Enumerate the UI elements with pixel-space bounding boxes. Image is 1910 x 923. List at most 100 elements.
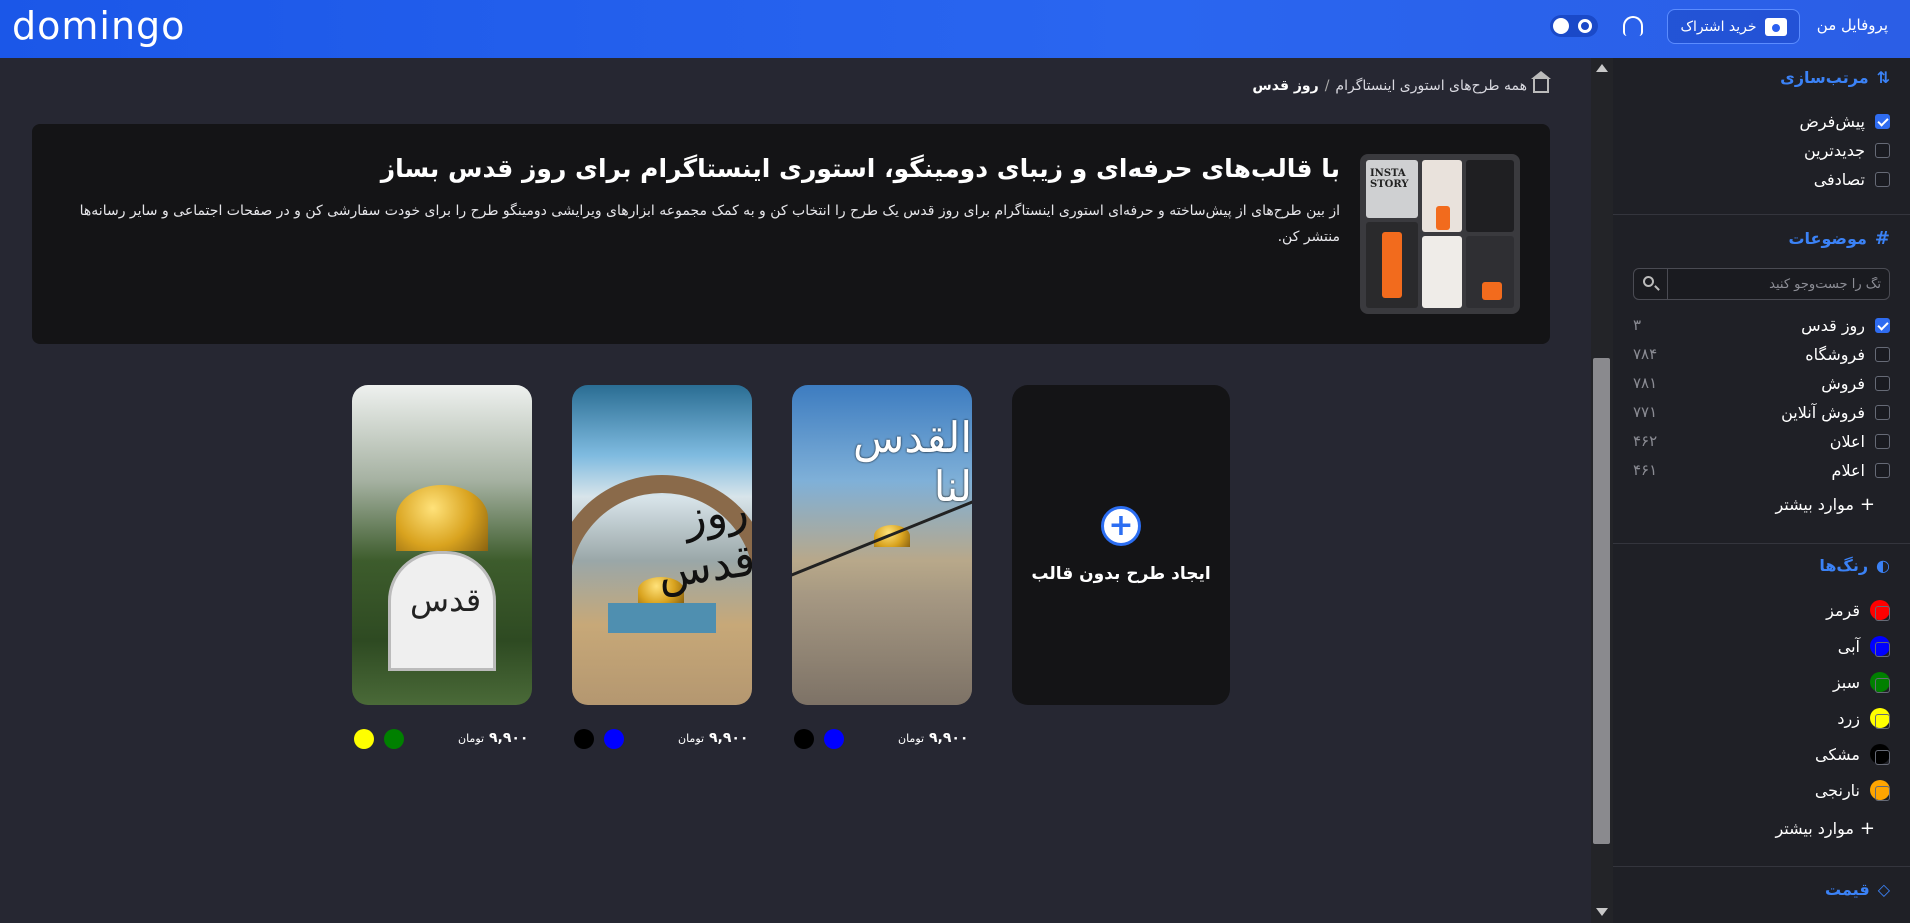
dome-image	[396, 485, 488, 551]
sort-checkbox[interactable]	[1875, 143, 1890, 158]
template-card[interactable]: روز قدس	[572, 385, 752, 705]
filter-sidebar: ⇅ مرتب‌سازی پیش‌فرض جدیدترین تصادفی # مو…	[1613, 58, 1910, 923]
color-swatch[interactable]	[604, 729, 624, 749]
color-swatch[interactable]	[574, 729, 594, 749]
template-calligraphy: قدس	[410, 581, 482, 619]
plus-icon: +	[1101, 506, 1141, 546]
topic-label: فروش	[1821, 374, 1865, 393]
tag-search-field[interactable]	[1633, 268, 1890, 300]
scroll-up-arrow[interactable]	[1596, 64, 1608, 72]
template-card[interactable]: القدس لنا	[792, 385, 972, 705]
crown-icon	[1764, 17, 1787, 36]
topic-count: ۷۸۱	[1633, 374, 1658, 392]
sort-heading: ⇅ مرتب‌سازی	[1780, 68, 1890, 87]
hash-icon: #	[1874, 228, 1890, 249]
sort-title: مرتب‌سازی	[1780, 68, 1869, 87]
profile-link[interactable]: پروفایل من	[1817, 16, 1888, 34]
toggle-knob	[1553, 18, 1569, 34]
topic-item-online-sale[interactable]: فروش آنلاین	[1781, 403, 1890, 422]
breadcrumb: همه طرح‌های استوری اینستاگرام / روز قدس	[1252, 71, 1551, 94]
topic-count: ۷۸۴	[1633, 345, 1658, 363]
sort-option-label: پیش‌فرض	[1799, 112, 1866, 131]
create-blank-design-card[interactable]: + ایجاد طرح بدون قالب	[1012, 385, 1230, 705]
plus-icon: +	[1859, 818, 1875, 839]
price-currency: تومان	[898, 732, 925, 745]
color-label: نارنجی	[1814, 780, 1860, 800]
color-checkbox[interactable]	[1875, 714, 1890, 729]
price-value: ۹,۹۰۰	[488, 730, 529, 746]
topic-label: اعلام	[1831, 461, 1865, 480]
topic-item-sale[interactable]: فروش	[1821, 374, 1890, 393]
color-checkbox[interactable]	[1875, 750, 1890, 765]
sort-checkbox[interactable]	[1875, 172, 1890, 187]
sort-option-default[interactable]: پیش‌فرض	[1799, 112, 1890, 131]
price-value: ۹,۹۰۰	[708, 730, 749, 746]
price-heading[interactable]: ◇ قیمت	[1825, 880, 1890, 899]
template-calligraphy: روز قدس	[654, 484, 752, 599]
topic-count: ۴۶۱	[1633, 461, 1658, 479]
search-button[interactable]	[1634, 269, 1668, 299]
domingo-logo[interactable]: domingo	[12, 4, 185, 48]
topic-label: اعلان	[1829, 432, 1865, 451]
scroll-thumb[interactable]	[1593, 358, 1610, 844]
topic-count: ۴۶۲	[1633, 432, 1658, 450]
color-label: زرد	[1837, 708, 1860, 728]
topic-checkbox[interactable]	[1875, 376, 1890, 391]
subscribe-button[interactable]: خرید اشتراک	[1667, 9, 1800, 44]
thumb-text: INSTA STORY	[1370, 168, 1409, 190]
color-label: مشکی	[1814, 744, 1860, 764]
template-price: ۹,۹۰۰ تومان	[678, 730, 748, 746]
banner-description: از بین طرح‌های از پیش‌ساخته و حرفه‌ای اس…	[79, 203, 1340, 245]
template-price: ۹,۹۰۰ تومان	[898, 730, 968, 746]
divider	[1613, 214, 1910, 215]
color-label: آبی	[1837, 636, 1860, 656]
topic-checkbox[interactable]	[1875, 318, 1890, 333]
breadcrumb-parent[interactable]: همه طرح‌های استوری اینستاگرام	[1335, 78, 1527, 94]
color-swatch[interactable]	[384, 729, 404, 749]
sort-option-label: تصادفی	[1813, 170, 1865, 189]
color-checkbox[interactable]	[1875, 642, 1890, 657]
topic-label: فروش آنلاین	[1781, 403, 1865, 422]
headset-icon[interactable]	[1623, 16, 1643, 36]
tag-search-input[interactable]	[1681, 272, 1881, 296]
subscribe-label: خرید اشتراک	[1680, 18, 1757, 35]
banner-title: با قالب‌های حرفه‌ای و زیبای دومینگو، است…	[380, 154, 1340, 183]
topic-count: ۷۷۱	[1633, 403, 1658, 421]
color-swatch[interactable]	[354, 729, 374, 749]
banner-thumbnail: INSTA STORY	[1360, 154, 1520, 314]
topic-item-announce[interactable]: اعلام	[1832, 461, 1890, 480]
template-card[interactable]: قدس	[352, 385, 532, 705]
colors-more-button[interactable]: + موارد بیشتر	[1775, 818, 1875, 839]
sort-option-random[interactable]: تصادفی	[1814, 170, 1890, 189]
color-checkbox[interactable]	[1875, 606, 1890, 621]
topic-checkbox[interactable]	[1875, 405, 1890, 420]
color-label: سبز	[1832, 672, 1860, 692]
topic-checkbox[interactable]	[1875, 347, 1890, 362]
more-label: موارد بیشتر	[1775, 819, 1854, 838]
topic-item-store[interactable]: فروشگاه	[1805, 345, 1890, 364]
topic-checkbox[interactable]	[1875, 434, 1890, 449]
topic-item-quds-day[interactable]: روز قدس	[1801, 316, 1890, 335]
theme-toggle[interactable]	[1550, 15, 1598, 37]
topic-checkbox[interactable]	[1875, 463, 1890, 478]
color-swatch[interactable]	[824, 729, 844, 749]
topic-count: ۳	[1633, 316, 1642, 334]
color-checkbox[interactable]	[1875, 786, 1890, 801]
sort-option-newest[interactable]: جدیدترین	[1804, 141, 1890, 160]
breadcrumb-current: روز قدس	[1252, 78, 1319, 94]
create-blank-label: ایجاد طرح بدون قالب	[1031, 564, 1211, 584]
sort-checkbox[interactable]	[1875, 114, 1890, 129]
home-icon[interactable]	[1531, 71, 1551, 93]
color-swatch[interactable]	[794, 729, 814, 749]
price-currency: تومان	[458, 732, 485, 745]
sort-option-label: جدیدترین	[1803, 141, 1865, 160]
plus-icon: +	[1859, 494, 1875, 515]
color-checkbox[interactable]	[1875, 678, 1890, 693]
tag-icon: ◇	[1877, 880, 1890, 899]
top-bar: domingo خرید اشتراک پروفایل من	[0, 0, 1910, 58]
topic-item-notice[interactable]: اعلان	[1830, 432, 1890, 451]
scroll-down-arrow[interactable]	[1596, 908, 1608, 916]
template-price: ۹,۹۰۰ تومان	[458, 730, 528, 746]
topics-heading: # موضوعات	[1788, 228, 1890, 249]
topics-more-button[interactable]: + موارد بیشتر	[1775, 494, 1875, 515]
